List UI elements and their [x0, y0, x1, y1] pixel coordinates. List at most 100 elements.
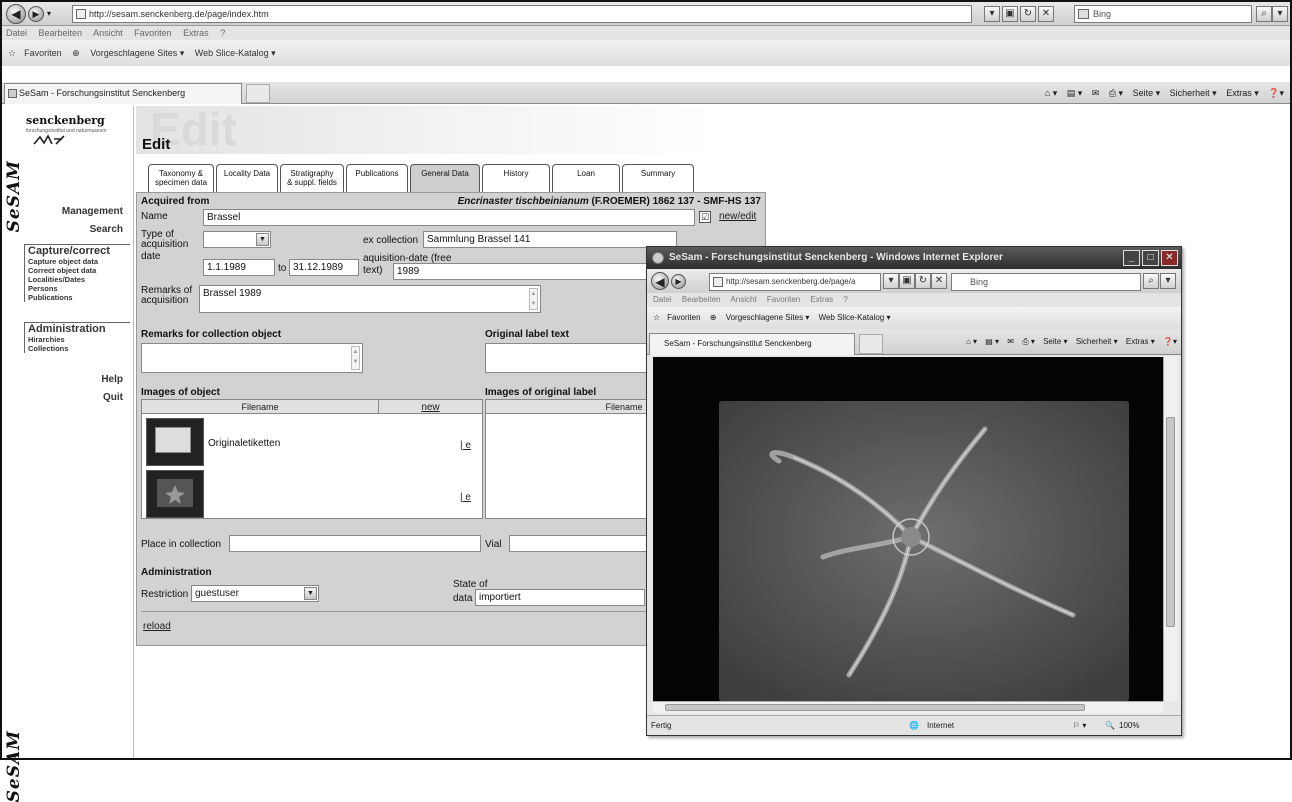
home-icon[interactable]: ⌂ ▾ [1045, 88, 1057, 98]
nav-quit[interactable]: Quit [103, 392, 123, 403]
popup-suggested-sites[interactable]: Vorgeschlagene Sites ▾ [726, 313, 810, 322]
popup-browser-tab[interactable]: SeSam - Forschungsinstitut Senckenberg [649, 333, 855, 355]
address-dropdown-button[interactable]: ▾ [984, 6, 1000, 22]
tab-history[interactable]: History [482, 164, 550, 192]
popup-menu-help[interactable]: ? [843, 295, 847, 304]
state-field[interactable]: importiert [475, 589, 645, 606]
image-edit-link[interactable]: | e [460, 492, 471, 503]
favorites-button[interactable]: Favoriten [24, 48, 62, 58]
name-checkbox[interactable]: ☑ [699, 211, 711, 223]
popup-safety-menu[interactable]: Sicherheit ▾ [1076, 337, 1118, 346]
stop-button[interactable]: ✕ [1038, 6, 1054, 22]
zoom-level[interactable]: 100% [1119, 716, 1139, 736]
nav-help[interactable]: Help [101, 374, 123, 385]
nav-capture-object-data[interactable]: Capture object data [28, 257, 130, 266]
restriction-select[interactable]: guestuser ▼ [191, 585, 319, 602]
mail-icon[interactable]: ✉ [1092, 88, 1100, 98]
name-field[interactable]: Brassel [203, 209, 695, 226]
popup-web-slice[interactable]: Web Slice-Katalog ▾ [819, 313, 891, 322]
back-button[interactable]: ◀ [6, 4, 26, 24]
tab-taxonomy[interactable]: Taxonomy & specimen data [148, 164, 214, 192]
popup-menu-bearbeiten[interactable]: Bearbeiten [682, 295, 721, 304]
textarea-scrollbar[interactable]: ▲ ▼ [351, 346, 360, 370]
popup-titlebar[interactable]: SeSam - Forschungsinstitut Senckenberg -… [647, 247, 1181, 269]
image-edit-link[interactable]: | e [460, 440, 471, 451]
popup-favorites-button[interactable]: Favoriten [667, 313, 700, 322]
popup-vertical-scrollbar[interactable] [1163, 357, 1177, 701]
tab-loan[interactable]: Loan [552, 164, 620, 192]
popup-vertical-scroll-thumb[interactable] [1166, 417, 1175, 627]
popup-forward-button[interactable]: ▶ [671, 274, 686, 289]
tab-stratigraphy[interactable]: Stratigraphy & suppl. fields [280, 164, 344, 192]
search-input[interactable]: Bing [1074, 5, 1252, 23]
type-acquisition-select[interactable]: ▼ [203, 231, 271, 248]
web-slice-link[interactable]: Web Slice-Katalog ▾ [195, 48, 276, 58]
nav-search[interactable]: Search [90, 224, 123, 235]
history-dropdown-icon[interactable]: ▾ [47, 9, 51, 18]
security-icon[interactable]: ⚐ ▾ [1073, 716, 1086, 736]
image-thumbnail[interactable] [146, 418, 204, 466]
remarks-object-textarea[interactable]: ▲ ▼ [141, 343, 363, 373]
search-options-icon[interactable]: ▾ [1272, 6, 1288, 22]
tab-locality[interactable]: Locality Data [216, 164, 278, 192]
popup-back-button[interactable]: ◀ [651, 272, 669, 290]
popup-tools-menu[interactable]: Extras ▾ [1126, 337, 1155, 346]
tab-summary[interactable]: Summary [622, 164, 694, 192]
nav-capture-title[interactable]: Capture/correct [28, 245, 130, 257]
reload-link[interactable]: reload [143, 621, 171, 632]
popup-address-dropdown[interactable]: ▾ [883, 273, 899, 289]
popup-search-options[interactable]: ▾ [1160, 273, 1176, 289]
mail-icon[interactable]: ✉ [1007, 337, 1014, 346]
safety-menu[interactable]: Sicherheit ▾ [1170, 88, 1217, 98]
browser-tab-sesam[interactable]: SeSam - Forschungsinstitut Senckenberg [4, 83, 242, 104]
new-image-link[interactable]: new [421, 402, 439, 413]
new-edit-link[interactable]: new/edit [719, 211, 756, 222]
feeds-icon[interactable]: ▤ ▾ [985, 337, 999, 346]
nav-localities-dates[interactable]: Localities/Dates [28, 275, 130, 284]
page-menu[interactable]: Seite ▾ [1133, 88, 1161, 98]
menu-item-datei[interactable]: Datei [6, 28, 27, 38]
date-from-field[interactable]: 1.1.1989 [203, 259, 275, 276]
textarea-scrollbar[interactable]: ▲ ▼ [529, 288, 538, 310]
nav-administration-title[interactable]: Administration [28, 323, 130, 335]
popup-page-menu[interactable]: Seite ▾ [1043, 337, 1067, 346]
place-collection-field[interactable] [229, 535, 481, 552]
popup-horizontal-scroll-thumb[interactable] [665, 704, 1085, 711]
popup-menu-datei[interactable]: Datei [653, 295, 672, 304]
nav-correct-object-data[interactable]: Correct object data [28, 266, 130, 275]
popup-address-input[interactable]: http://sesam.senckenberg.de/page/a [709, 273, 881, 291]
compat-view-icon[interactable]: ▣ [1002, 6, 1018, 22]
help-icon[interactable]: ❓▾ [1268, 88, 1284, 98]
popup-menu-extras[interactable]: Extras [810, 295, 833, 304]
menu-item-extras[interactable]: Extras [183, 28, 209, 38]
maximize-button[interactable]: □ [1142, 250, 1159, 266]
suggested-sites-link[interactable]: Vorgeschlagene Sites ▾ [90, 48, 184, 58]
date-to-field[interactable]: 31.12.1989 [289, 259, 359, 276]
tab-general-data[interactable]: General Data [410, 164, 480, 192]
print-icon[interactable]: ⎙ ▾ [1022, 337, 1035, 346]
home-icon[interactable]: ⌂ ▾ [966, 337, 977, 346]
help-icon[interactable]: ❓▾ [1163, 337, 1177, 346]
popup-refresh-button[interactable]: ↻ [915, 273, 931, 289]
close-button[interactable]: ✕ [1161, 250, 1178, 266]
popup-search-input[interactable]: Bing [951, 273, 1141, 291]
forward-button[interactable]: ▶ [28, 6, 44, 22]
popup-horizontal-scrollbar[interactable] [653, 701, 1163, 713]
popup-stop-button[interactable]: ✕ [931, 273, 947, 289]
refresh-button[interactable]: ↻ [1020, 6, 1036, 22]
menu-item-help[interactable]: ? [220, 28, 225, 38]
popup-compat-icon[interactable]: ▣ [899, 273, 915, 289]
minimize-button[interactable]: _ [1123, 250, 1140, 266]
nav-collections[interactable]: Collections [28, 344, 130, 353]
popup-menu-ansicht[interactable]: Ansicht [730, 295, 756, 304]
new-tab-button[interactable] [246, 84, 270, 103]
menu-item-ansicht[interactable]: Ansicht [93, 28, 123, 38]
tab-publications[interactable]: Publications [346, 164, 408, 192]
nav-management[interactable]: Management [62, 206, 123, 217]
popup-search-button[interactable]: ⌕ [1143, 273, 1159, 289]
nav-persons[interactable]: Persons [28, 284, 130, 293]
address-input[interactable]: http://sesam.senckenberg.de/page/index.h… [72, 5, 972, 23]
popup-menu-favoriten[interactable]: Favoriten [767, 295, 800, 304]
ex-collection-field[interactable]: Sammlung Brassel 141 [423, 231, 677, 248]
menu-item-favoriten[interactable]: Favoriten [134, 28, 172, 38]
